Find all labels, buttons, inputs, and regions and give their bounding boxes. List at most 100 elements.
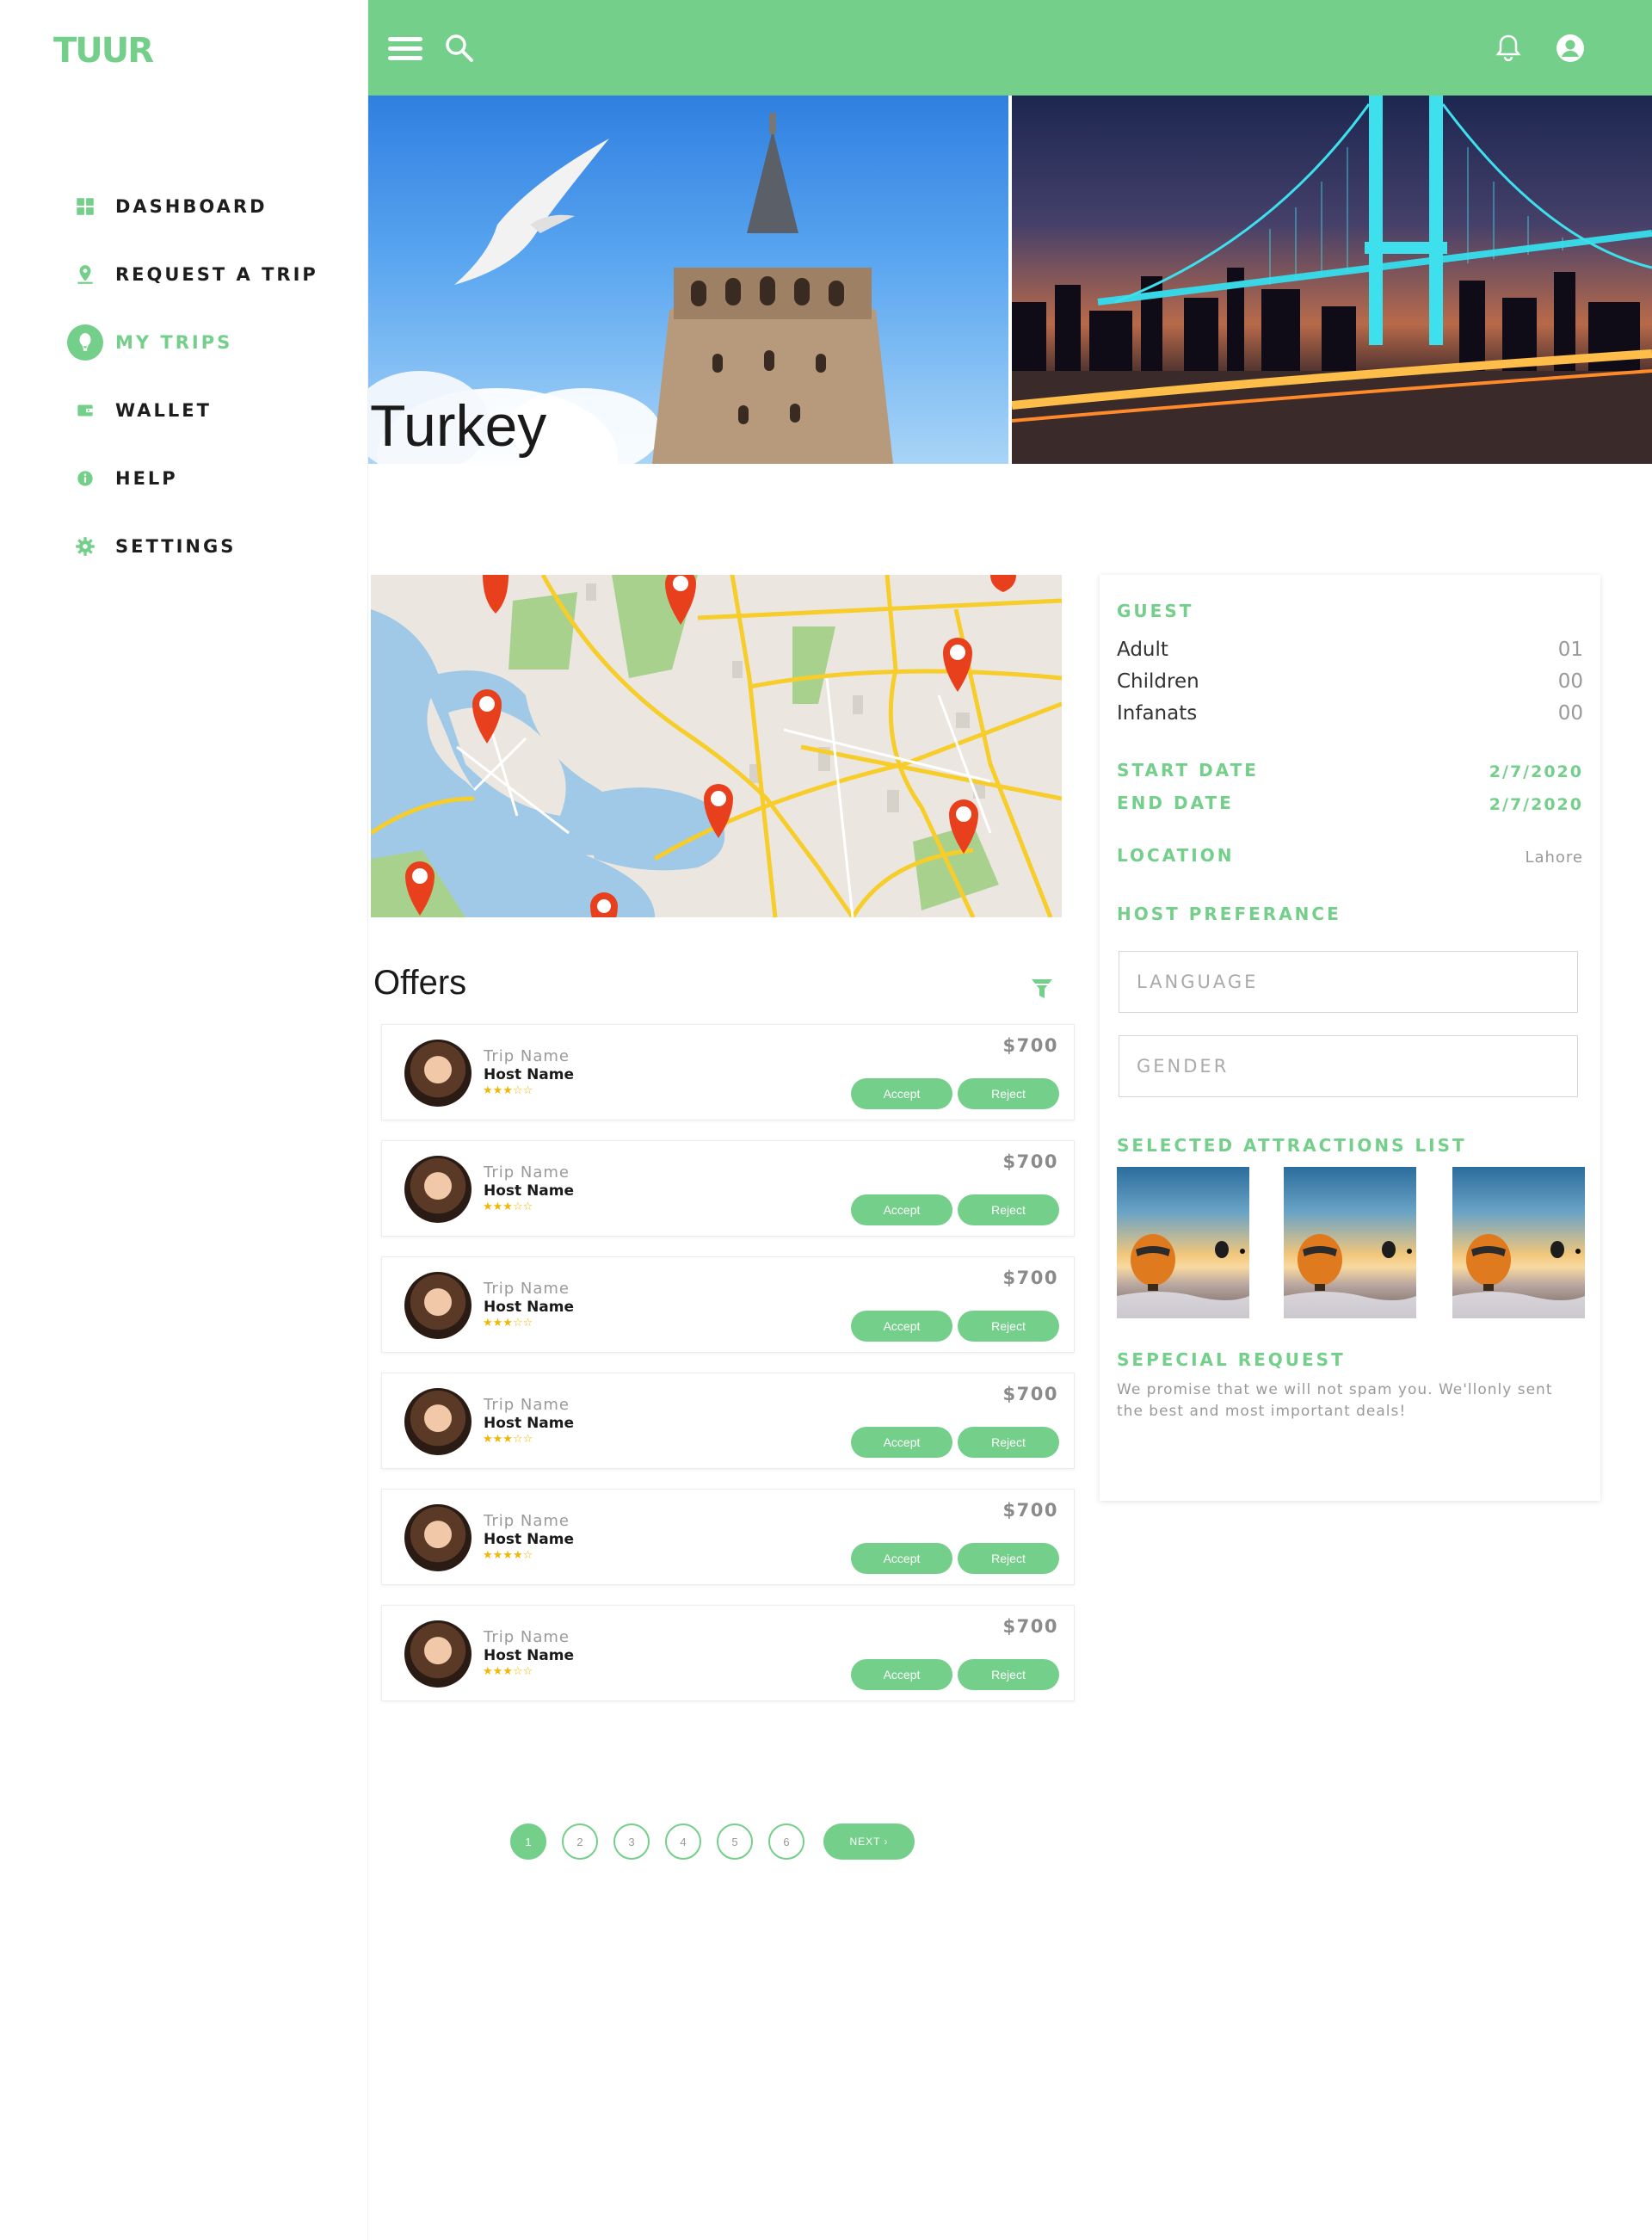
host-avatar — [404, 1156, 472, 1223]
page-button-2[interactable]: 2 — [562, 1823, 598, 1860]
reject-button[interactable]: Reject — [958, 1427, 1059, 1458]
location-value: Lahore — [1525, 848, 1583, 867]
attraction-image[interactable] — [1452, 1167, 1585, 1318]
host-avatar — [404, 1620, 472, 1688]
trip-details-panel: GUEST Adult 01 Children 00 Infanats 00 S… — [1100, 575, 1600, 1501]
host-name: Host Name — [484, 1299, 575, 1316]
offer-card[interactable]: Trip Name Host Name ★★★★☆ $700 Accept Re… — [381, 1489, 1075, 1585]
accept-button[interactable]: Accept — [851, 1078, 952, 1109]
adult-label: Adult — [1117, 639, 1168, 661]
gear-icon — [67, 528, 103, 565]
host-preference-heading: HOST PREFERANCE — [1117, 904, 1341, 924]
app-logo[interactable]: TUUR — [53, 31, 154, 71]
trip-name: Trip Name — [484, 1047, 570, 1065]
rating-stars: ★★★☆☆ — [483, 1665, 533, 1678]
attraction-image[interactable] — [1117, 1167, 1249, 1318]
guest-heading: GUEST — [1117, 601, 1194, 621]
rating-stars: ★★★☆☆ — [483, 1433, 533, 1446]
host-name: Host Name — [484, 1647, 575, 1664]
trip-map[interactable] — [371, 575, 1062, 917]
reject-button[interactable]: Reject — [958, 1659, 1059, 1690]
trip-name: Trip Name — [484, 1512, 570, 1530]
sidebar-item-label: DASHBOARD — [115, 195, 268, 217]
rating-stars: ★★★☆☆ — [483, 1200, 533, 1213]
rating-stars: ★★★☆☆ — [483, 1084, 533, 1097]
accept-button[interactable]: Accept — [851, 1194, 952, 1225]
start-date-label: START DATE — [1117, 760, 1259, 781]
location-label: LOCATION — [1117, 845, 1235, 866]
page-button-6[interactable]: 6 — [768, 1823, 804, 1860]
filter-icon[interactable] — [1029, 976, 1055, 1002]
adult-count: 01 — [1557, 639, 1583, 661]
offer-price: $700 — [1002, 1616, 1058, 1637]
dashboard-icon — [67, 188, 103, 225]
menu-icon[interactable] — [387, 30, 423, 66]
sidebar-item-dashboard[interactable]: DASHBOARD — [67, 172, 351, 240]
children-count: 00 — [1557, 670, 1583, 693]
reject-button[interactable]: Reject — [958, 1311, 1059, 1342]
reject-button[interactable]: Reject — [958, 1194, 1059, 1225]
sidebar-item-label: SETTINGS — [115, 535, 237, 557]
search-icon[interactable] — [441, 30, 478, 66]
accept-button[interactable]: Accept — [851, 1543, 952, 1574]
start-date-value: 2/7/2020 — [1489, 762, 1583, 781]
sidebar-item-label: REQUEST A TRIP — [115, 263, 318, 285]
accept-button[interactable]: Accept — [851, 1311, 952, 1342]
language-field[interactable] — [1119, 951, 1578, 1013]
host-avatar — [404, 1504, 472, 1571]
next-page-button[interactable]: NEXT › — [823, 1823, 915, 1860]
reject-button[interactable]: Reject — [958, 1543, 1059, 1574]
location-pin-icon — [67, 256, 103, 293]
page-button-3[interactable]: 3 — [613, 1823, 650, 1860]
sidebar-item-wallet[interactable]: WALLET — [67, 376, 351, 444]
trip-name: Trip Name — [484, 1280, 570, 1298]
accept-button[interactable]: Accept — [851, 1659, 952, 1690]
special-request-text: We promise that we will not spam you. We… — [1117, 1381, 1553, 1420]
offer-card[interactable]: Trip Name Host Name ★★★☆☆ $700 Accept Re… — [381, 1256, 1075, 1353]
pagination: 1 2 3 4 5 6 NEXT › — [510, 1823, 915, 1860]
offer-price: $700 — [1002, 1384, 1058, 1404]
sidebar-item-label: MY TRIPS — [115, 331, 233, 353]
rating-stars: ★★★★☆ — [483, 1549, 533, 1562]
page-button-5[interactable]: 5 — [717, 1823, 753, 1860]
offer-card[interactable]: Trip Name Host Name ★★★☆☆ $700 Accept Re… — [381, 1605, 1075, 1701]
offer-price: $700 — [1002, 1268, 1058, 1288]
hero-image-bridge — [1012, 96, 1652, 464]
user-icon[interactable] — [1552, 30, 1588, 66]
offer-card[interactable]: Trip Name Host Name ★★★☆☆ $700 Accept Re… — [381, 1373, 1075, 1469]
page-button-4[interactable]: 4 — [665, 1823, 701, 1860]
special-request-heading: SEPECIAL REQUEST — [1117, 1349, 1346, 1370]
host-avatar — [404, 1388, 472, 1455]
sidebar-item-label: HELP — [115, 467, 178, 489]
trip-name: Trip Name — [484, 1628, 570, 1646]
bell-icon[interactable] — [1490, 30, 1526, 66]
sidebar: TUUR DASHBOARD REQUEST A TRIP MY TRIPS W… — [0, 0, 368, 2240]
offer-card[interactable]: Trip Name Host Name ★★★☆☆ $700 Accept Re… — [381, 1024, 1075, 1120]
offer-list: Trip Name Host Name ★★★☆☆ $700 Accept Re… — [381, 1024, 1075, 1721]
destination-title: Turkey — [370, 393, 547, 459]
balloon-icon — [67, 324, 103, 361]
infants-count: 00 — [1557, 702, 1583, 725]
sidebar-nav: DASHBOARD REQUEST A TRIP MY TRIPS WALLET… — [67, 172, 351, 580]
host-avatar — [404, 1272, 472, 1339]
sidebar-item-my-trips[interactable]: MY TRIPS — [67, 308, 351, 376]
sidebar-item-request-trip[interactable]: REQUEST A TRIP — [67, 240, 351, 308]
page-button-1[interactable]: 1 — [510, 1823, 546, 1860]
trip-name: Trip Name — [484, 1396, 570, 1414]
host-name: Host Name — [484, 1182, 575, 1200]
offer-card[interactable]: Trip Name Host Name ★★★☆☆ $700 Accept Re… — [381, 1140, 1075, 1237]
infants-label: Infanats — [1117, 702, 1198, 725]
trip-name: Trip Name — [484, 1163, 570, 1182]
gender-field[interactable] — [1119, 1035, 1578, 1097]
rating-stars: ★★★☆☆ — [483, 1317, 533, 1330]
offer-price: $700 — [1002, 1500, 1058, 1521]
attractions-heading: SELECTED ATTRACTIONS LIST — [1117, 1135, 1467, 1156]
accept-button[interactable]: Accept — [851, 1427, 952, 1458]
wallet-icon — [67, 392, 103, 429]
attraction-image[interactable] — [1284, 1167, 1416, 1318]
host-name: Host Name — [484, 1415, 575, 1432]
end-date-label: END DATE — [1117, 793, 1234, 813]
reject-button[interactable]: Reject — [958, 1078, 1059, 1109]
sidebar-item-help[interactable]: HELP — [67, 444, 351, 512]
sidebar-item-settings[interactable]: SETTINGS — [67, 512, 351, 580]
